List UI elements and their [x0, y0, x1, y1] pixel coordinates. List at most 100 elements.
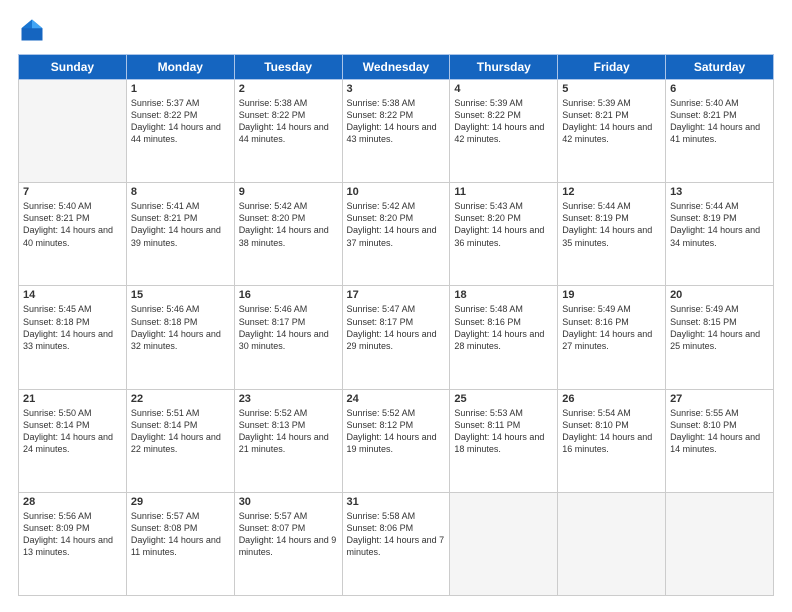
calendar-cell [666, 492, 774, 595]
cell-info: Sunrise: 5:38 AMSunset: 8:22 PMDaylight:… [239, 97, 338, 146]
cell-info: Sunrise: 5:50 AMSunset: 8:14 PMDaylight:… [23, 407, 122, 456]
calendar-cell: 11 Sunrise: 5:43 AMSunset: 8:20 PMDayligh… [450, 183, 558, 286]
calendar-cell: 10 Sunrise: 5:42 AMSunset: 8:20 PMDayligh… [342, 183, 450, 286]
weekday-sunday: Sunday [19, 55, 127, 80]
day-number: 3 [347, 83, 446, 95]
calendar-cell: 14 Sunrise: 5:45 AMSunset: 8:18 PMDayligh… [19, 286, 127, 389]
cell-info: Sunrise: 5:43 AMSunset: 8:20 PMDaylight:… [454, 200, 553, 249]
calendar-cell: 26 Sunrise: 5:54 AMSunset: 8:10 PMDayligh… [558, 389, 666, 492]
cell-info: Sunrise: 5:58 AMSunset: 8:06 PMDaylight:… [347, 510, 446, 559]
calendar-cell: 13 Sunrise: 5:44 AMSunset: 8:19 PMDayligh… [666, 183, 774, 286]
cell-info: Sunrise: 5:41 AMSunset: 8:21 PMDaylight:… [131, 200, 230, 249]
calendar-cell [19, 80, 127, 183]
calendar-cell: 27 Sunrise: 5:55 AMSunset: 8:10 PMDayligh… [666, 389, 774, 492]
calendar-cell: 7 Sunrise: 5:40 AMSunset: 8:21 PMDaylight… [19, 183, 127, 286]
cell-info: Sunrise: 5:38 AMSunset: 8:22 PMDaylight:… [347, 97, 446, 146]
day-number: 6 [670, 83, 769, 95]
cell-info: Sunrise: 5:39 AMSunset: 8:22 PMDaylight:… [454, 97, 553, 146]
cell-info: Sunrise: 5:46 AMSunset: 8:18 PMDaylight:… [131, 303, 230, 352]
cell-info: Sunrise: 5:57 AMSunset: 8:08 PMDaylight:… [131, 510, 230, 559]
page-header [18, 16, 774, 44]
day-number: 23 [239, 393, 338, 405]
logo-icon [18, 16, 46, 44]
calendar-cell: 12 Sunrise: 5:44 AMSunset: 8:19 PMDayligh… [558, 183, 666, 286]
day-number: 7 [23, 186, 122, 198]
day-number: 11 [454, 186, 553, 198]
cell-info: Sunrise: 5:52 AMSunset: 8:13 PMDaylight:… [239, 407, 338, 456]
cell-info: Sunrise: 5:37 AMSunset: 8:22 PMDaylight:… [131, 97, 230, 146]
cell-info: Sunrise: 5:48 AMSunset: 8:16 PMDaylight:… [454, 303, 553, 352]
calendar-cell: 19 Sunrise: 5:49 AMSunset: 8:16 PMDayligh… [558, 286, 666, 389]
weekday-tuesday: Tuesday [234, 55, 342, 80]
day-number: 16 [239, 289, 338, 301]
calendar-cell: 30Sunrise: 5:57 AMSunset: 8:07 PMDayligh… [234, 492, 342, 595]
calendar-cell: 5Sunrise: 5:39 AMSunset: 8:21 PMDaylight… [558, 80, 666, 183]
weekday-thursday: Thursday [450, 55, 558, 80]
weekday-saturday: Saturday [666, 55, 774, 80]
day-number: 24 [347, 393, 446, 405]
day-number: 19 [562, 289, 661, 301]
day-number: 26 [562, 393, 661, 405]
calendar-cell: 16 Sunrise: 5:46 AMSunset: 8:17 PMDayligh… [234, 286, 342, 389]
calendar-week-2: 14 Sunrise: 5:45 AMSunset: 8:18 PMDayligh… [19, 286, 774, 389]
calendar-cell [450, 492, 558, 595]
day-number: 12 [562, 186, 661, 198]
weekday-header-row: SundayMondayTuesdayWednesdayThursdayFrid… [19, 55, 774, 80]
day-number: 31 [347, 496, 446, 508]
calendar-cell: 24 Sunrise: 5:52 AMSunset: 8:12 PMDayligh… [342, 389, 450, 492]
cell-info: Sunrise: 5:40 AMSunset: 8:21 PMDaylight:… [670, 97, 769, 146]
day-number: 17 [347, 289, 446, 301]
calendar-week-3: 21 Sunrise: 5:50 AMSunset: 8:14 PMDayligh… [19, 389, 774, 492]
cell-info: Sunrise: 5:52 AMSunset: 8:12 PMDaylight:… [347, 407, 446, 456]
cell-info: Sunrise: 5:55 AMSunset: 8:10 PMDaylight:… [670, 407, 769, 456]
cell-info: Sunrise: 5:44 AMSunset: 8:19 PMDaylight:… [670, 200, 769, 249]
calendar-cell: 20Sunrise: 5:49 AMSunset: 8:15 PMDayligh… [666, 286, 774, 389]
cell-info: Sunrise: 5:42 AMSunset: 8:20 PMDaylight:… [239, 200, 338, 249]
cell-info: Sunrise: 5:54 AMSunset: 8:10 PMDaylight:… [562, 407, 661, 456]
day-number: 13 [670, 186, 769, 198]
calendar-week-1: 7 Sunrise: 5:40 AMSunset: 8:21 PMDaylight… [19, 183, 774, 286]
calendar-cell: 18 Sunrise: 5:48 AMSunset: 8:16 PMDayligh… [450, 286, 558, 389]
cell-info: Sunrise: 5:40 AMSunset: 8:21 PMDaylight:… [23, 200, 122, 249]
cell-info: Sunrise: 5:57 AMSunset: 8:07 PMDaylight:… [239, 510, 338, 559]
calendar-cell: 8 Sunrise: 5:41 AMSunset: 8:21 PMDaylight… [126, 183, 234, 286]
cell-info: Sunrise: 5:49 AMSunset: 8:16 PMDaylight:… [562, 303, 661, 352]
day-number: 1 [131, 83, 230, 95]
calendar-cell: 15 Sunrise: 5:46 AMSunset: 8:18 PMDayligh… [126, 286, 234, 389]
day-number: 29 [131, 496, 230, 508]
calendar-cell: 29 Sunrise: 5:57 AMSunset: 8:08 PMDayligh… [126, 492, 234, 595]
day-number: 2 [239, 83, 338, 95]
cell-info: Sunrise: 5:53 AMSunset: 8:11 PMDaylight:… [454, 407, 553, 456]
cell-info: Sunrise: 5:44 AMSunset: 8:19 PMDaylight:… [562, 200, 661, 249]
day-number: 8 [131, 186, 230, 198]
cell-info: Sunrise: 5:56 AMSunset: 8:09 PMDaylight:… [23, 510, 122, 559]
day-number: 20 [670, 289, 769, 301]
calendar-week-4: 28Sunrise: 5:56 AMSunset: 8:09 PMDayligh… [19, 492, 774, 595]
day-number: 9 [239, 186, 338, 198]
calendar-cell: 21 Sunrise: 5:50 AMSunset: 8:14 PMDayligh… [19, 389, 127, 492]
day-number: 22 [131, 393, 230, 405]
day-number: 21 [23, 393, 122, 405]
calendar-cell [558, 492, 666, 595]
calendar-cell: 25Sunrise: 5:53 AMSunset: 8:11 PMDayligh… [450, 389, 558, 492]
day-number: 18 [454, 289, 553, 301]
cell-info: Sunrise: 5:46 AMSunset: 8:17 PMDaylight:… [239, 303, 338, 352]
cell-info: Sunrise: 5:47 AMSunset: 8:17 PMDaylight:… [347, 303, 446, 352]
calendar-cell: 6 Sunrise: 5:40 AMSunset: 8:21 PMDaylight… [666, 80, 774, 183]
cell-info: Sunrise: 5:42 AMSunset: 8:20 PMDaylight:… [347, 200, 446, 249]
calendar-cell: 4Sunrise: 5:39 AMSunset: 8:22 PMDaylight… [450, 80, 558, 183]
cell-info: Sunrise: 5:45 AMSunset: 8:18 PMDaylight:… [23, 303, 122, 352]
day-number: 15 [131, 289, 230, 301]
weekday-wednesday: Wednesday [342, 55, 450, 80]
calendar-cell: 1 Sunrise: 5:37 AMSunset: 8:22 PMDaylight… [126, 80, 234, 183]
calendar-cell: 3 Sunrise: 5:38 AMSunset: 8:22 PMDaylight… [342, 80, 450, 183]
calendar-cell: 28Sunrise: 5:56 AMSunset: 8:09 PMDayligh… [19, 492, 127, 595]
cell-info: Sunrise: 5:51 AMSunset: 8:14 PMDaylight:… [131, 407, 230, 456]
day-number: 14 [23, 289, 122, 301]
calendar-week-0: 1 Sunrise: 5:37 AMSunset: 8:22 PMDaylight… [19, 80, 774, 183]
day-number: 10 [347, 186, 446, 198]
cell-info: Sunrise: 5:39 AMSunset: 8:21 PMDaylight:… [562, 97, 661, 146]
day-number: 27 [670, 393, 769, 405]
calendar-cell: 2 Sunrise: 5:38 AMSunset: 8:22 PMDaylight… [234, 80, 342, 183]
calendar-table: SundayMondayTuesdayWednesdayThursdayFrid… [18, 54, 774, 596]
